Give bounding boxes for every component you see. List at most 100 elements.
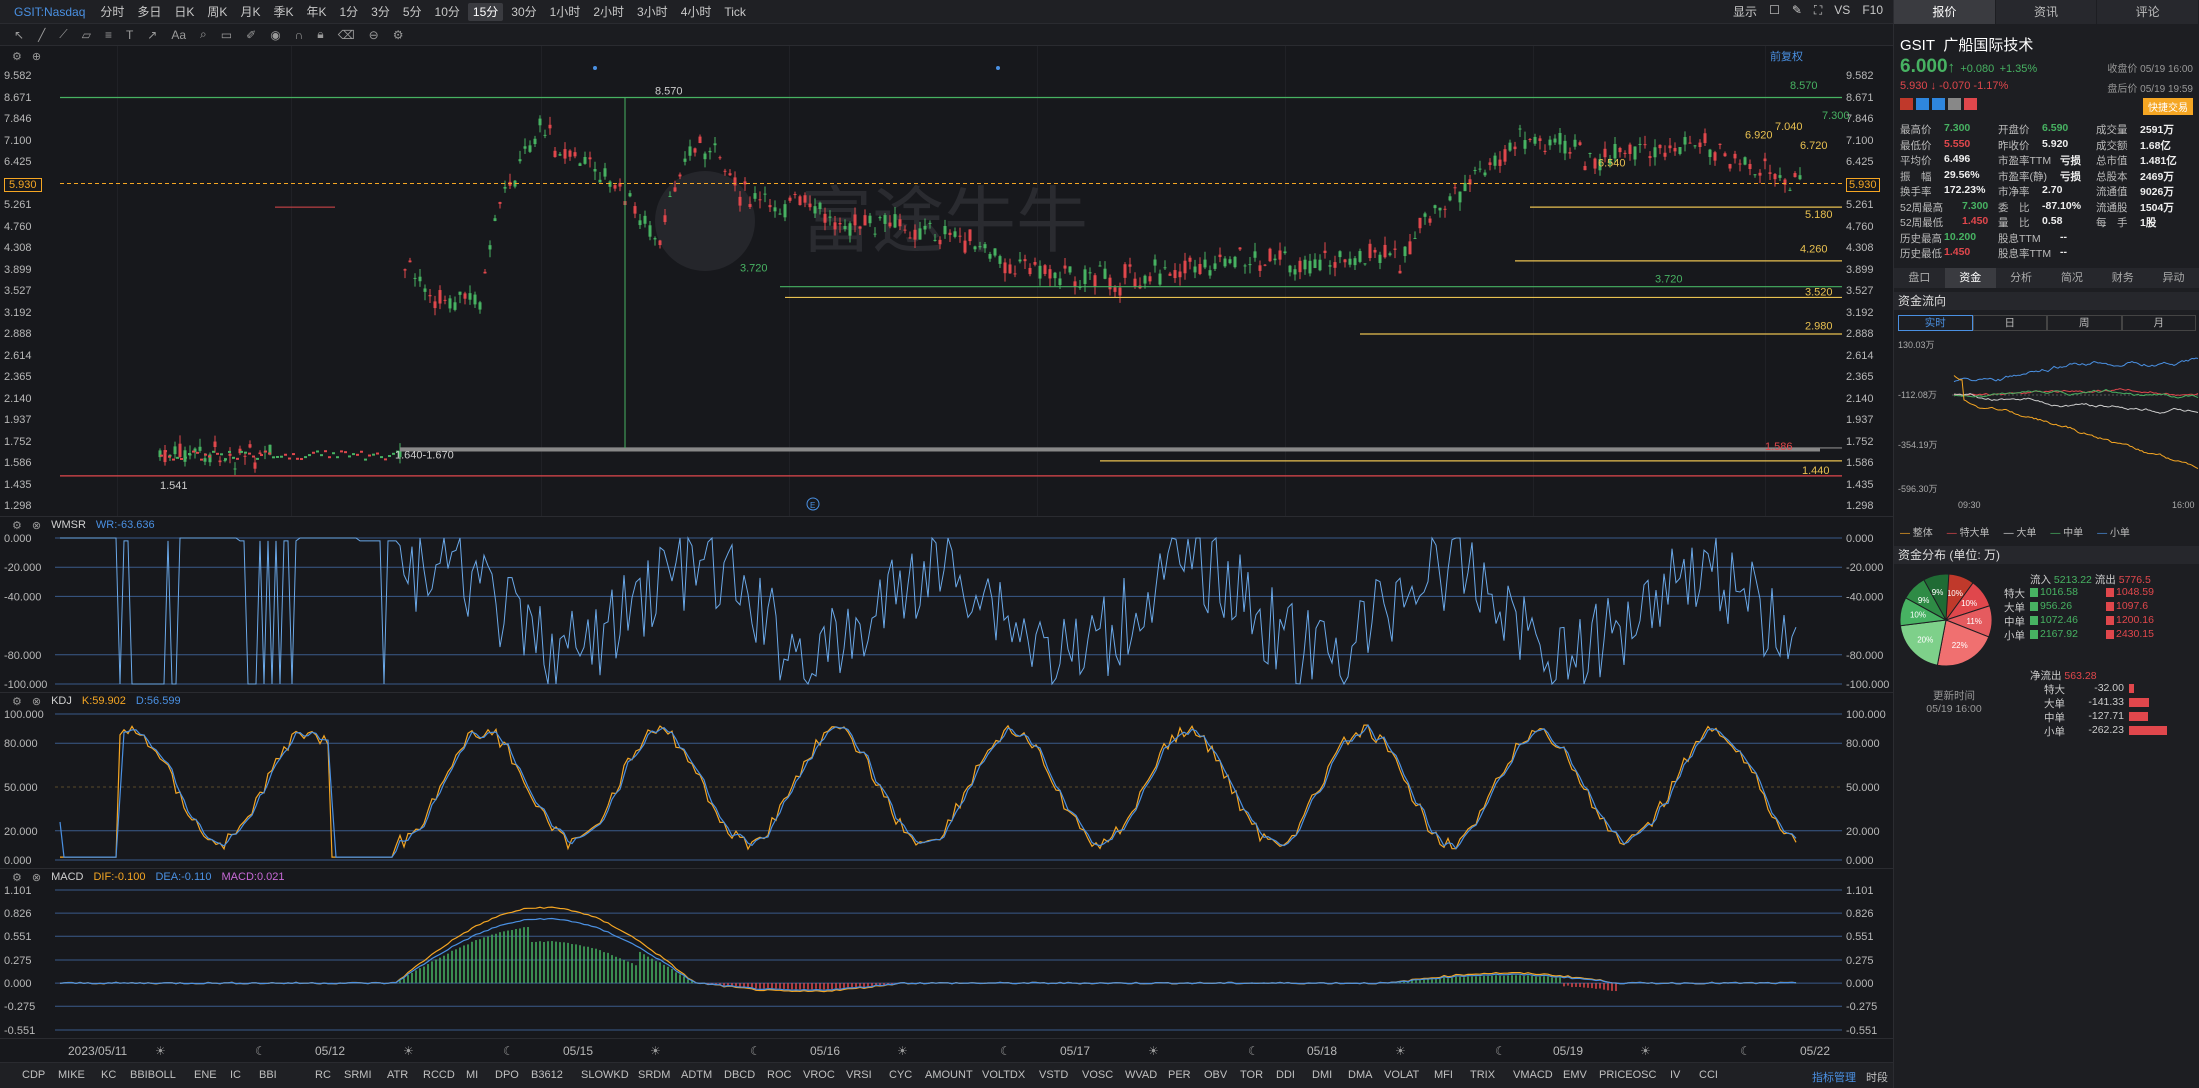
gear-icon[interactable]: ⚙ — [12, 871, 22, 884]
indicator-obv[interactable]: OBV — [1204, 1069, 1227, 1081]
line-tool-icon[interactable]: ╱ — [38, 28, 45, 42]
macd-chart[interactable]: 1.101 1.101 0.826 0.826 0.551 0.551 0.275 0.275… — [0, 884, 1893, 1038]
indicator-vmacd[interactable]: VMACD — [1513, 1069, 1553, 1081]
interval-11[interactable]: 15分 — [467, 2, 504, 21]
detail-tab-5[interactable]: 异动 — [2148, 268, 2199, 288]
interval-8[interactable]: 3分 — [366, 3, 395, 21]
ruler-icon[interactable]: ▭ — [221, 28, 232, 42]
settings-icon[interactable]: ⚙ — [393, 28, 404, 42]
indicator-adtm[interactable]: ADTM — [681, 1069, 712, 1081]
fullscreen-icon[interactable]: ⛶ — [1814, 3, 1822, 20]
indicator-slowkd[interactable]: SLOWKD — [581, 1069, 629, 1081]
eye-icon[interactable]: ◉ — [270, 28, 280, 42]
interval-3[interactable]: 周K — [202, 3, 232, 21]
interval-12[interactable]: 30分 — [506, 3, 541, 21]
badge-icon[interactable] — [1932, 98, 1945, 110]
text-tool-icon[interactable]: T — [126, 28, 133, 42]
close-icon[interactable]: ⊗ — [32, 695, 41, 708]
zoom-icon[interactable]: ⌕ — [200, 27, 207, 42]
indicator-vstd[interactable]: VSTD — [1039, 1069, 1068, 1081]
interval-0[interactable]: 分时 — [95, 3, 129, 21]
indicator-b3612[interactable]: B3612 — [531, 1069, 563, 1081]
indicator-rc[interactable]: RC — [315, 1069, 331, 1081]
square-icon[interactable]: ☐ — [1769, 3, 1780, 20]
flow-tab-3[interactable]: 月 — [2121, 315, 2196, 331]
kdj-chart[interactable]: 100.000 100.000 80.000 80.000 50.000 50.000 20… — [0, 708, 1893, 868]
indicator-cdp[interactable]: CDP — [22, 1069, 45, 1081]
indicator-priceosc[interactable]: PRICEOSC — [1599, 1069, 1656, 1081]
symbol-label[interactable]: GSIT:Nasdaq — [14, 5, 85, 19]
detail-tab-1[interactable]: 资金 — [1944, 268, 1996, 288]
indicator-ic[interactable]: IC — [230, 1069, 241, 1081]
candlestick-chart[interactable]: 富途牛牛8.570 8.5707.3007.0406.9206.7206.5405… — [0, 46, 1893, 516]
indicator-vroc[interactable]: VROC — [803, 1069, 835, 1081]
indicator-vosc[interactable]: VOSC — [1082, 1069, 1113, 1081]
indicator-wvad[interactable]: WVAD — [1125, 1069, 1157, 1081]
detail-tab-4[interactable]: 财务 — [2097, 268, 2148, 288]
indicator-trix[interactable]: TRIX — [1470, 1069, 1495, 1081]
indicator-bbi[interactable]: BBI — [259, 1069, 277, 1081]
indicator-roc[interactable]: ROC — [767, 1069, 791, 1081]
pen-icon[interactable]: ✎ — [1792, 3, 1802, 20]
fib-tool-icon[interactable]: ≡ — [105, 28, 112, 42]
cursor-icon[interactable]: ↖ — [14, 28, 24, 42]
interval-13[interactable]: 1小时 — [545, 3, 586, 21]
indicator-bbiboll[interactable]: BBIBOLL — [130, 1069, 176, 1081]
indicator-volat[interactable]: VOLAT — [1384, 1069, 1419, 1081]
indicator-ene[interactable]: ENE — [194, 1069, 217, 1081]
indicator-emv[interactable]: EMV — [1563, 1069, 1587, 1081]
indicator-atr[interactable]: ATR — [387, 1069, 408, 1081]
display-menu[interactable]: 显示 — [1733, 3, 1757, 20]
indicator-dma[interactable]: DMA — [1348, 1069, 1372, 1081]
quote-tab-1[interactable]: 资讯 — [1995, 0, 2098, 24]
kdj-name[interactable]: KDJ — [51, 695, 72, 707]
indicator-manage-button[interactable]: 指标管理 — [1812, 1069, 1856, 1085]
interval-2[interactable]: 日K — [169, 3, 199, 21]
arrow-tool-icon[interactable]: ↗ — [147, 28, 157, 42]
indicator-cyc[interactable]: CYC — [889, 1069, 912, 1081]
indicator-kc[interactable]: KC — [101, 1069, 116, 1081]
interval-16[interactable]: 4小时 — [676, 3, 717, 21]
indicator-iv[interactable]: IV — [1670, 1069, 1680, 1081]
magnet-icon[interactable]: ∩ — [295, 28, 304, 42]
indicator-dbcd[interactable]: DBCD — [724, 1069, 755, 1081]
interval-1[interactable]: 多日 — [132, 3, 166, 21]
indicator-mike[interactable]: MIKE — [58, 1069, 85, 1081]
flow-tab-2[interactable]: 周 — [2047, 315, 2122, 331]
indicator-srmi[interactable]: SRMI — [344, 1069, 372, 1081]
interval-14[interactable]: 2小时 — [588, 3, 629, 21]
macd-name[interactable]: MACD — [51, 871, 83, 883]
brush-icon[interactable]: ✐ — [246, 28, 256, 42]
gear-icon[interactable]: ⚙ — [12, 695, 22, 708]
gear-icon[interactable]: ⚙ — [12, 519, 22, 532]
flow-tab-0[interactable]: 实时 — [1898, 315, 1973, 331]
vs-button[interactable]: VS — [1834, 3, 1850, 20]
detail-tab-0[interactable]: 盘口 — [1894, 268, 1945, 288]
detail-tab-2[interactable]: 分析 — [1996, 268, 2047, 288]
quick-trade-button[interactable]: 快捷交易 — [2143, 98, 2193, 115]
indicator-period-button[interactable]: 时段 — [1866, 1069, 1888, 1085]
channel-tool-icon[interactable]: ▱ — [82, 28, 91, 42]
interval-7[interactable]: 1分 — [334, 3, 363, 21]
close-icon[interactable]: ⊗ — [32, 871, 41, 884]
font-tool-icon[interactable]: Aa — [171, 28, 186, 42]
close-icon[interactable]: ⊗ — [32, 519, 41, 532]
wmsr-name[interactable]: WMSR — [51, 519, 86, 531]
interval-4[interactable]: 月K — [235, 3, 265, 21]
quote-tab-0[interactable]: 报价 — [1894, 0, 1996, 24]
indicator-rccd[interactable]: RCCD — [423, 1069, 455, 1081]
indicator-srdm[interactable]: SRDM — [638, 1069, 670, 1081]
detail-tab-3[interactable]: 简况 — [2046, 268, 2097, 288]
indicator-dmi[interactable]: DMI — [1312, 1069, 1332, 1081]
indicator-amount[interactable]: AMOUNT — [925, 1069, 973, 1081]
interval-10[interactable]: 10分 — [430, 3, 465, 21]
indicator-ddi[interactable]: DDI — [1276, 1069, 1295, 1081]
quote-tab-2[interactable]: 评论 — [2097, 0, 2199, 24]
indicator-cci[interactable]: CCI — [1699, 1069, 1718, 1081]
flow-tab-1[interactable]: 日 — [1972, 315, 2047, 331]
indicator-vrsi[interactable]: VRSI — [846, 1069, 872, 1081]
lock-icon[interactable]: 🔒︎ — [317, 27, 323, 42]
wmsr-chart[interactable]: 0.000 0.000 -20.000 -20.000 -40.000 -40.000 -8… — [0, 532, 1893, 692]
indicator-per[interactable]: PER — [1168, 1069, 1191, 1081]
indicator-tor[interactable]: TOR — [1240, 1069, 1263, 1081]
